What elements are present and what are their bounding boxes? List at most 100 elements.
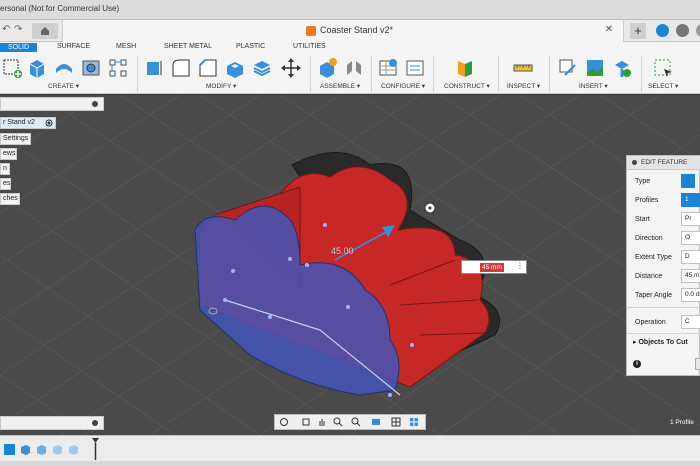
browser-root-label: r Stand v2 <box>3 119 35 126</box>
direction-dropdown[interactable]: O <box>681 231 700 245</box>
fillet-icon[interactable] <box>170 57 192 79</box>
group-create[interactable]: CREATE ▾ <box>48 82 79 90</box>
group-configure[interactable]: CONFIGURE ▾ <box>381 82 425 90</box>
new-tab-button[interactable]: + <box>630 23 646 39</box>
3d-viewport[interactable] <box>0 95 700 435</box>
viewport-scene <box>0 95 700 435</box>
tab-mesh[interactable]: MESH <box>116 43 136 50</box>
tab-surface[interactable]: SURFACE <box>57 43 90 50</box>
insert-derive-icon[interactable] <box>557 57 579 79</box>
navigation-bar <box>274 414 426 430</box>
separator <box>641 56 642 92</box>
joint-icon[interactable] <box>343 57 365 79</box>
group-modify[interactable]: MODIFY ▾ <box>206 82 236 90</box>
type-selector[interactable] <box>681 174 695 188</box>
document-tab[interactable]: Coaster Stand v2* ✕ <box>62 20 624 42</box>
comments-panel[interactable] <box>0 416 104 430</box>
tab-solid[interactable]: SOLID <box>0 43 38 52</box>
move-copy-icon[interactable] <box>280 57 302 79</box>
home-icon <box>41 27 49 35</box>
home-button[interactable] <box>32 23 58 39</box>
extrude-icon[interactable] <box>26 57 48 79</box>
fit-icon[interactable] <box>351 417 361 427</box>
more-options-icon[interactable]: ⋮ <box>516 261 524 270</box>
notifications-icon[interactable] <box>696 24 700 37</box>
configure-rules-icon[interactable] <box>404 57 426 79</box>
taper-angle-label: Taper Angle <box>635 292 672 299</box>
configure-table-icon[interactable] <box>377 57 399 79</box>
ok-button[interactable] <box>695 358 700 370</box>
hole-icon[interactable] <box>80 57 102 79</box>
display-settings-icon[interactable] <box>371 417 381 427</box>
insert-mesh-icon[interactable] <box>611 57 633 79</box>
distance-field[interactable]: 45 mm <box>681 269 700 283</box>
browser-item-sketches[interactable]: ches <box>0 193 20 205</box>
browser-item-views[interactable]: ews <box>0 148 17 160</box>
operation-dropdown[interactable]: C <box>681 315 700 329</box>
group-construct[interactable]: CONSTRUCT ▾ <box>444 82 490 90</box>
look-at-icon[interactable] <box>301 417 311 427</box>
bottom-bar <box>0 461 700 466</box>
timeline-item-extrude[interactable] <box>36 444 47 455</box>
timeline-item-extrude[interactable] <box>68 444 79 455</box>
type-label: Type <box>635 178 651 185</box>
comments-pin-icon[interactable] <box>92 420 98 426</box>
timeline-marker[interactable] <box>90 438 101 460</box>
create-sketch-icon[interactable] <box>2 57 24 79</box>
browser-root[interactable]: r Stand v2 <box>0 117 56 129</box>
distance-input[interactable]: 45 mm ⋮ <box>461 260 527 274</box>
separator <box>137 56 138 92</box>
panel-pin-icon[interactable] <box>632 160 637 165</box>
tab-sheet-metal[interactable]: SHEET METAL <box>164 43 212 50</box>
tab-utilities[interactable]: UTILITIES <box>293 43 326 50</box>
taper-angle-field[interactable]: 0.0 de <box>681 288 700 302</box>
job-status-icon[interactable] <box>676 24 689 37</box>
browser-pin-icon[interactable] <box>92 101 98 107</box>
browser-header[interactable] <box>0 97 104 111</box>
pattern-icon[interactable] <box>107 57 129 79</box>
undo-icon[interactable]: ↶ <box>2 24 10 35</box>
browser-item-origin[interactable]: n <box>0 163 10 175</box>
group-insert[interactable]: INSERT ▾ <box>579 82 608 90</box>
start-dropdown[interactable]: Pr <box>681 212 700 226</box>
distance-value[interactable]: 45 mm <box>480 263 504 272</box>
extensions-icon[interactable] <box>656 24 669 37</box>
group-select[interactable]: SELECT ▾ <box>648 82 678 90</box>
profiles-selection[interactable]: 1 <box>681 193 700 207</box>
redo-icon[interactable]: ↷ <box>14 24 22 35</box>
browser-item-settings[interactable]: Settings <box>0 133 31 145</box>
group-assemble[interactable]: ASSEMBLE ▾ <box>320 82 360 90</box>
tab-plastic[interactable]: PLASTIC <box>236 43 265 50</box>
timeline-item-extrude[interactable] <box>20 444 31 455</box>
group-inspect[interactable]: INSPECT ▾ <box>507 82 540 90</box>
info-icon[interactable]: i <box>633 360 641 368</box>
activate-radio-icon[interactable] <box>45 119 53 127</box>
timeline-item-extrude[interactable] <box>4 444 15 455</box>
measure-icon[interactable] <box>512 57 534 79</box>
browser-item-bodies[interactable]: es <box>0 178 11 190</box>
new-component-icon[interactable] <box>316 57 338 79</box>
zoom-icon[interactable] <box>333 417 343 427</box>
insert-canvas-icon[interactable] <box>584 57 606 79</box>
revolve-icon[interactable] <box>53 57 75 79</box>
close-tab-icon[interactable]: ✕ <box>605 24 613 35</box>
operation-label: Operation <box>635 319 666 326</box>
shell-icon[interactable] <box>224 57 246 79</box>
pan-icon[interactable] <box>317 417 327 427</box>
separator <box>433 56 434 92</box>
grid-settings-icon[interactable] <box>391 417 401 427</box>
panel-divider <box>627 333 700 334</box>
offset-plane-icon[interactable] <box>454 57 476 79</box>
select-window-icon[interactable] <box>652 57 674 79</box>
distance-label: Distance <box>635 273 663 280</box>
viewports-icon[interactable] <box>409 417 419 427</box>
timeline-item-extrude[interactable] <box>52 444 63 455</box>
direction-label: Direction <box>635 235 663 242</box>
chamfer-icon[interactable] <box>197 57 219 79</box>
objects-to-cut-toggle[interactable]: ▸ Objects To Cut <box>633 338 688 346</box>
combine-icon[interactable] <box>251 57 273 79</box>
orbit-icon[interactable] <box>279 417 289 427</box>
extent-type-dropdown[interactable]: D <box>681 250 700 264</box>
panel-header[interactable]: EDIT FEATURE <box>627 156 700 170</box>
press-pull-icon[interactable] <box>143 57 165 79</box>
